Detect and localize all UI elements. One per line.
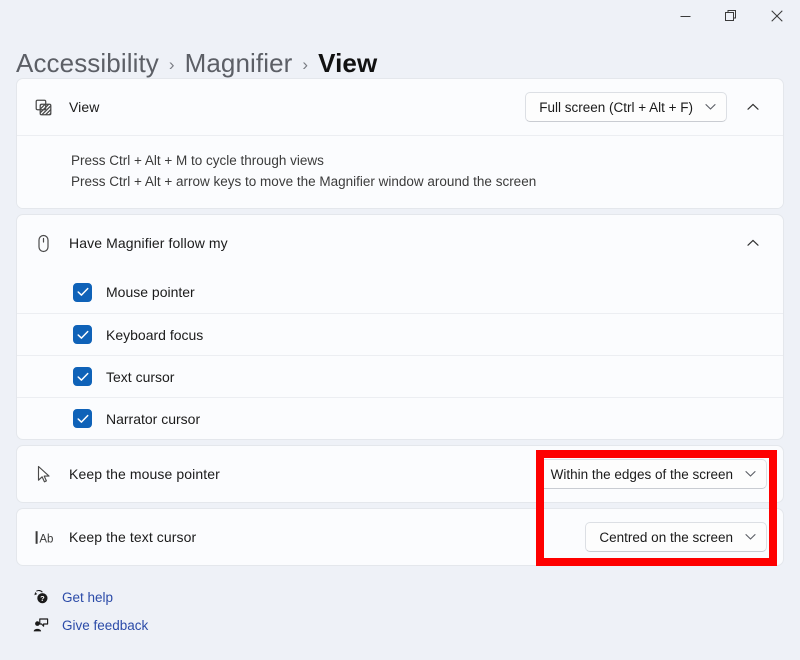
follow-controls — [739, 229, 767, 257]
title-bar — [0, 0, 800, 32]
keep-text-cursor-dropdown[interactable]: Centred on the screen — [585, 522, 767, 552]
view-label: View — [69, 99, 100, 115]
follow-label: Have Magnifier follow my — [69, 235, 228, 251]
text-cursor-icon: Ab — [33, 527, 69, 548]
chevron-down-icon — [745, 470, 756, 478]
checkbox-row-mouse-pointer[interactable]: Mouse pointer — [17, 271, 783, 313]
keep-text-cursor-row: Ab Keep the text cursor Centred on the s… — [17, 509, 783, 565]
checkbox-row-keyboard-focus[interactable]: Keyboard focus — [17, 313, 783, 355]
close-button[interactable] — [754, 0, 800, 32]
maximize-button[interactable] — [708, 0, 754, 32]
keep-text-cursor-label: Keep the text cursor — [69, 529, 197, 545]
checkbox-row-text-cursor[interactable]: Text cursor — [17, 355, 783, 397]
svg-text:Ab: Ab — [39, 533, 53, 545]
view-description-line-2: Press Ctrl + Alt + arrow keys to move th… — [71, 174, 537, 189]
keep-text-cursor-controls: Centred on the screen — [585, 522, 767, 552]
mouse-icon — [33, 233, 69, 254]
breadcrumb: Accessibility › Magnifier › View — [0, 32, 800, 78]
keep-mouse-pointer-dropdown[interactable]: Within the edges of the screen — [536, 459, 767, 489]
breadcrumb-item-magnifier[interactable]: Magnifier — [185, 48, 293, 79]
get-help-link[interactable]: ? Get help — [32, 583, 784, 611]
check-icon — [76, 330, 88, 339]
breadcrumb-item-view: View — [318, 48, 378, 78]
view-controls: Full screen (Ctrl + Alt + F) — [525, 92, 767, 122]
breadcrumb-item-accessibility[interactable]: Accessibility — [16, 48, 159, 79]
chevron-up-icon — [747, 234, 759, 252]
give-feedback-label: Give feedback — [62, 617, 149, 633]
restore-icon — [724, 9, 736, 21]
keep-text-cursor-card: Ab Keep the text cursor Centred on the s… — [16, 508, 784, 566]
keep-mouse-pointer-row: Keep the mouse pointer Within the edges … — [17, 446, 783, 502]
help-icon: ? — [32, 589, 50, 605]
chevron-down-icon — [745, 533, 756, 541]
give-feedback-link[interactable]: Give feedback — [32, 611, 784, 639]
footer-links: ? Get help Give feedback — [16, 571, 784, 639]
breadcrumb-separator: › — [168, 55, 175, 74]
keep-mouse-pointer-label: Keep the mouse pointer — [69, 466, 220, 482]
view-mode-dropdown[interactable]: Full screen (Ctrl + Alt + F) — [525, 92, 727, 122]
view-card-collapse-button[interactable] — [739, 93, 767, 121]
view-description: Press Ctrl + Alt + M to cycle through vi… — [17, 135, 783, 208]
checkbox-label-mouse-pointer: Mouse pointer — [106, 284, 195, 300]
checkbox-text-cursor[interactable] — [73, 367, 92, 386]
minimize-button[interactable] — [662, 0, 708, 32]
checkbox-label-narrator-cursor: Narrator cursor — [106, 410, 201, 427]
get-help-label: Get help — [62, 589, 114, 605]
minimize-icon — [680, 15, 690, 17]
view-description-line-1: Press Ctrl + Alt + M to cycle through vi… — [71, 153, 324, 168]
view-layers-icon — [33, 97, 69, 118]
view-mode-value: Full screen (Ctrl + Alt + F) — [539, 99, 693, 115]
svg-text:?: ? — [40, 594, 45, 603]
close-icon — [771, 10, 783, 22]
feedback-icon — [32, 617, 50, 633]
check-icon — [76, 414, 88, 423]
follow-header-row: Have Magnifier follow my — [17, 215, 783, 271]
keep-mouse-pointer-controls: Within the edges of the screen — [536, 459, 767, 489]
breadcrumb-separator: › — [302, 55, 309, 74]
checkbox-keyboard-focus[interactable] — [73, 325, 92, 344]
keep-mouse-pointer-card: Keep the mouse pointer Within the edges … — [16, 445, 784, 503]
checkbox-narrator-cursor[interactable] — [73, 409, 92, 428]
chevron-up-icon — [747, 98, 759, 116]
keep-mouse-pointer-value: Within the edges of the screen — [550, 466, 733, 482]
view-card: View Full screen (Ctrl + Alt + F) Press … — [16, 78, 784, 209]
chevron-down-icon — [705, 103, 716, 111]
checkbox-row-narrator-cursor[interactable]: Narrator cursor — [17, 397, 783, 439]
follow-card-collapse-button[interactable] — [739, 229, 767, 257]
mouse-pointer-icon — [33, 464, 69, 485]
checkbox-mouse-pointer[interactable] — [73, 282, 92, 302]
view-row: View Full screen (Ctrl + Alt + F) — [17, 79, 783, 135]
keep-text-cursor-value: Centred on the screen — [599, 529, 733, 545]
checkbox-label-keyboard-focus: Keyboard focus — [106, 326, 204, 343]
check-icon — [76, 372, 88, 381]
check-icon — [76, 287, 88, 296]
follow-card: Have Magnifier follow my Mouse pointer K… — [16, 214, 784, 440]
settings-content: View Full screen (Ctrl + Alt + F) Press … — [0, 78, 800, 639]
checkbox-label-text-cursor: Text cursor — [106, 368, 175, 385]
